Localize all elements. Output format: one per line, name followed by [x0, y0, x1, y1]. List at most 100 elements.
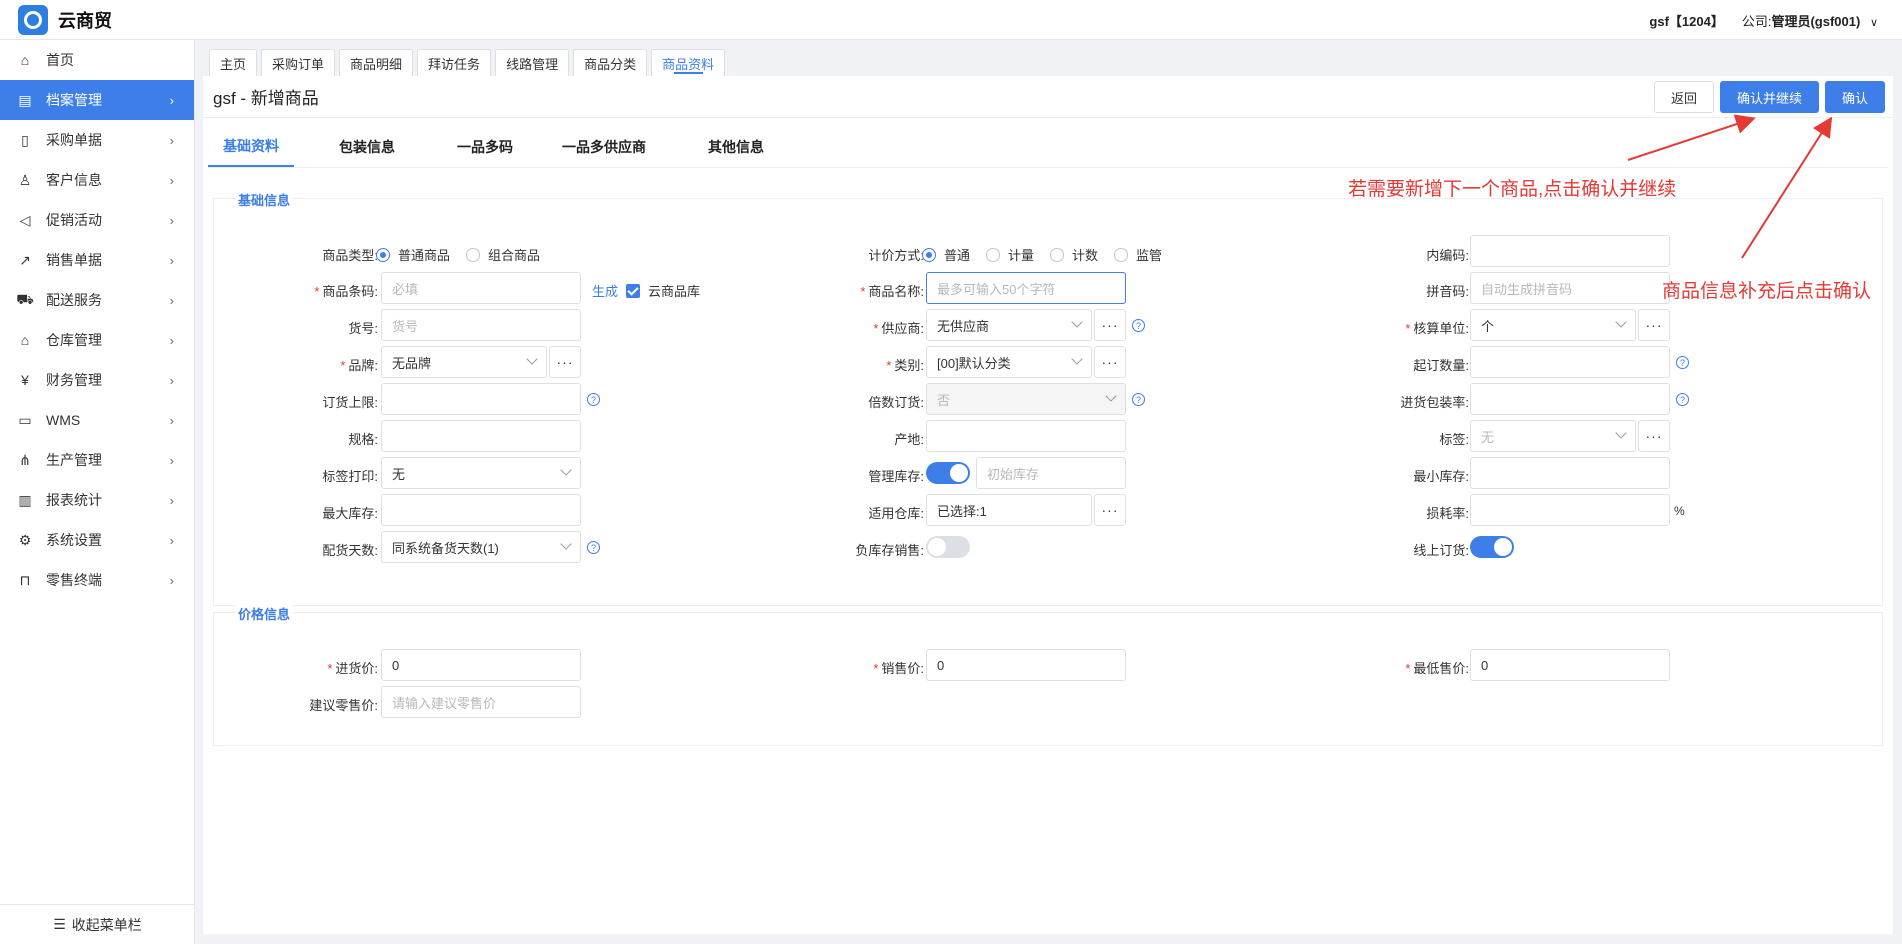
origin-input[interactable] [926, 420, 1126, 452]
radio-pricing-count[interactable]: 计数 [1050, 245, 1098, 264]
online-order-toggle[interactable] [1470, 536, 1514, 558]
chevron-down-icon [1105, 390, 1117, 402]
tag-print-select[interactable]: 无 [381, 457, 581, 489]
tab-product-category[interactable]: 商品分类 [573, 49, 648, 76]
sidebar-item-purchase[interactable]: ▯ 采购单据 › [0, 120, 194, 160]
sidebar-item-archive[interactable]: ▤ 档案管理 › [0, 80, 194, 120]
chevron-down-icon: ∨ [1869, 16, 1878, 29]
sidebar-item-finance[interactable]: ¥ 财务管理 › [0, 360, 194, 400]
radio-pricing-normal[interactable]: 普通 [922, 245, 970, 264]
tab-home[interactable]: 主页 [209, 49, 258, 76]
supplier-more-button[interactable]: ··· [1094, 309, 1126, 341]
help-icon[interactable]: ? [1676, 393, 1689, 406]
annotation-continue-hint: 若需要新增下一个商品,点击确认并继续 [1348, 179, 1677, 200]
subtab-multi-barcode[interactable]: 一品多码 [440, 127, 530, 167]
product-type-label: 商品类型: [322, 248, 378, 263]
warehouse-select[interactable]: 已选择:1 [926, 494, 1092, 526]
radio-pricing-regulated[interactable]: 监管 [1114, 245, 1162, 264]
sidebar-item-delivery[interactable]: ⛟ 配送服务 › [0, 280, 194, 320]
sidebar-item-retail[interactable]: ⊓ 零售终端 › [0, 560, 194, 600]
loss-rate-label: 损耗率: [1426, 506, 1469, 521]
company-selector[interactable]: 公司:管理员(gsf001) ∨ [1742, 11, 1878, 30]
retail-price-input[interactable]: 请输入建议零售价 [381, 686, 581, 718]
unit-select[interactable]: 个 [1470, 309, 1636, 341]
min-order-input[interactable] [1470, 346, 1670, 378]
brand-select[interactable]: 无品牌 [381, 346, 547, 378]
manage-stock-toggle[interactable] [926, 462, 970, 484]
generate-barcode-link[interactable]: 生成 [592, 281, 618, 300]
delivery-days-select[interactable]: 同系统备货天数(1) [381, 531, 581, 563]
help-icon[interactable]: ? [1132, 393, 1145, 406]
product-name-input[interactable]: 最多可输入50个字符 [926, 272, 1126, 304]
sidebar-item-customer[interactable]: ♙ 客户信息 › [0, 160, 194, 200]
category-more-button[interactable]: ··· [1094, 346, 1126, 378]
top-header: 云商贸 gsf【1204】 公司:管理员(gsf001) ∨ [0, 0, 1902, 40]
item-no-input[interactable]: 货号 [381, 309, 581, 341]
min-stock-input[interactable] [1470, 457, 1670, 489]
origin-label: 产地: [894, 432, 924, 447]
sale-price-input[interactable]: 0 [926, 649, 1126, 681]
tab-route-management[interactable]: 线路管理 [495, 49, 570, 76]
radio-normal-product[interactable]: 普通商品 [376, 245, 450, 264]
current-user[interactable]: gsf【1204】 [1649, 11, 1723, 30]
network-icon: ⋔ [19, 451, 31, 468]
sidebar-item-wms[interactable]: ▭ WMS › [0, 400, 194, 440]
subtab-basic[interactable]: 基础资料 [208, 127, 294, 167]
purchase-price-input[interactable]: 0 [381, 649, 581, 681]
radio-pricing-weight[interactable]: 计量 [986, 245, 1034, 264]
category-select[interactable]: [00]默认分类 [926, 346, 1092, 378]
radio-combo-product[interactable]: 组合商品 [466, 245, 540, 264]
subtab-other[interactable]: 其他信息 [678, 127, 794, 167]
user-icon: ♙ [18, 171, 32, 188]
collapse-icon: ☰ [53, 916, 66, 932]
tag-more-button[interactable]: ··· [1638, 420, 1670, 452]
tag-select[interactable]: 无 [1470, 420, 1636, 452]
min-sale-price-input[interactable]: 0 [1470, 649, 1670, 681]
spec-input[interactable] [381, 420, 581, 452]
confirm-continue-button[interactable]: 确认并继续 [1720, 81, 1820, 113]
sidebar-item-promotion[interactable]: ◁ 促销活动 › [0, 200, 194, 240]
back-button[interactable]: 返回 [1654, 81, 1715, 113]
page-tabs: 主页 采购订单 商品明细 拜访任务 线路管理 商品分类 商品资料 [209, 49, 729, 76]
sidebar-item-warehouse[interactable]: ⌂ 仓库管理 › [0, 320, 194, 360]
sidebar-item-reports[interactable]: ▥ 报表统计 › [0, 480, 194, 520]
help-icon[interactable]: ? [587, 393, 600, 406]
subtab-multi-supplier[interactable]: 一品多供应商 [530, 127, 678, 167]
chevron-right-icon: › [169, 412, 174, 428]
chevron-down-icon [560, 538, 572, 550]
subtab-packaging[interactable]: 包装信息 [294, 127, 440, 167]
chevron-down-icon [526, 353, 538, 365]
chevron-right-icon: › [169, 532, 174, 548]
unit-more-button[interactable]: ··· [1638, 309, 1670, 341]
sidebar-item-settings[interactable]: ⚙ 系统设置 › [0, 520, 194, 560]
confirm-button[interactable]: 确认 [1825, 81, 1886, 113]
pinyin-label: 拼音码: [1426, 284, 1469, 299]
chart-line-icon: ↗ [19, 251, 31, 268]
pack-rate-input[interactable] [1470, 383, 1670, 415]
sidebar-item-sales[interactable]: ↗ 销售单据 › [0, 240, 194, 280]
loss-rate-input[interactable] [1470, 494, 1670, 526]
cloud-library-checkbox[interactable]: 云商品库 [626, 281, 700, 300]
supplier-select[interactable]: 无供应商 [926, 309, 1092, 341]
help-icon[interactable]: ? [1132, 319, 1145, 332]
collapse-menu-button[interactable]: ☰ 收起菜单栏 [0, 904, 195, 944]
tab-purchase-orders[interactable]: 采购订单 [261, 49, 336, 76]
tab-visit-tasks[interactable]: 拜访任务 [417, 49, 492, 76]
help-icon[interactable]: ? [1676, 356, 1689, 369]
initial-stock-input[interactable]: 初始库存 [976, 457, 1126, 489]
help-icon[interactable]: ? [587, 541, 600, 554]
brand-more-button[interactable]: ··· [549, 346, 581, 378]
warehouse-more-button[interactable]: ··· [1094, 494, 1126, 526]
gear-icon: ⚙ [18, 531, 32, 548]
max-stock-input[interactable] [381, 494, 581, 526]
sidebar-item-home[interactable]: ⌂ 首页 [0, 40, 194, 80]
sidebar-item-production[interactable]: ⋔ 生产管理 › [0, 440, 194, 480]
internal-code-input[interactable] [1470, 235, 1670, 267]
negative-stock-toggle[interactable] [926, 536, 970, 558]
order-limit-input[interactable] [381, 383, 581, 415]
chevron-down-icon [560, 464, 572, 476]
pinyin-input[interactable]: 自动生成拼音码 [1470, 272, 1670, 304]
tab-product-details[interactable]: 商品明细 [339, 49, 414, 76]
tab-product-data[interactable]: 商品资料 [651, 49, 726, 76]
barcode-input[interactable]: 必填 [381, 272, 581, 304]
